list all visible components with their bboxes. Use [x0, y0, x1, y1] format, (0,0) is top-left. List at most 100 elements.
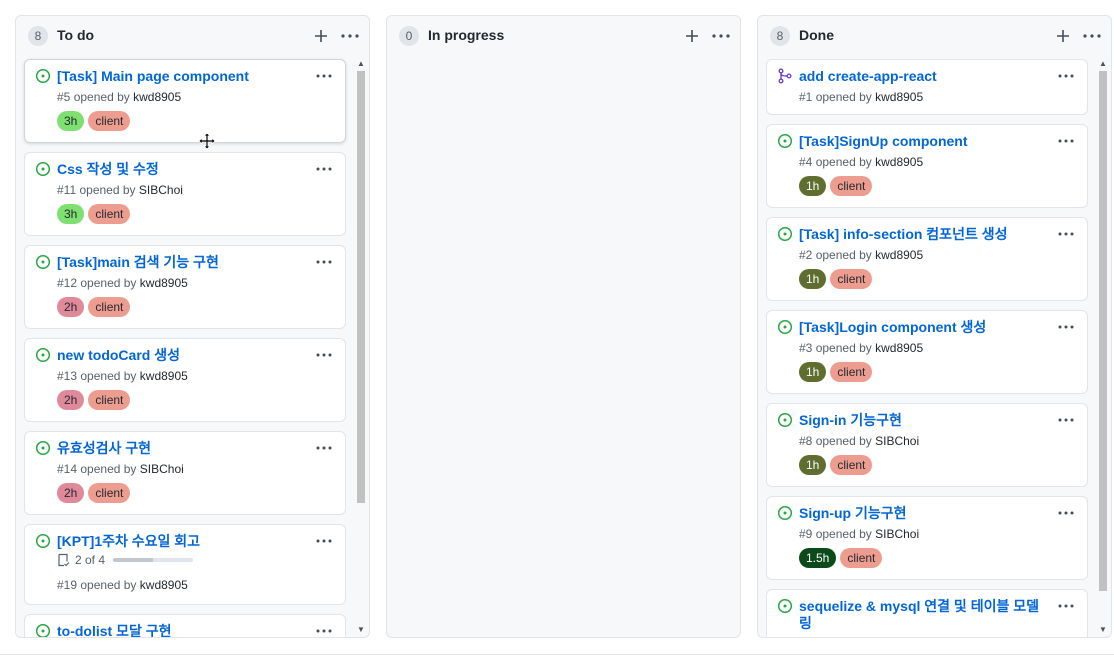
add-card-button[interactable]	[681, 25, 703, 47]
author-link[interactable]: kwd8905	[140, 276, 188, 290]
card-title-link[interactable]: sequelize & mysql 연결 및 테이블 모델링	[799, 598, 1047, 632]
issue-card[interactable]: Sign-up 기능구현 #9 opened by SIBChoi 1.5h clie…	[766, 496, 1088, 580]
author-link[interactable]: kwd8905	[875, 90, 923, 104]
card-menu-button[interactable]	[1057, 68, 1075, 84]
scroll-up-arrow-icon[interactable]: ▲	[1097, 59, 1109, 69]
card-title-link[interactable]: Sign-in 기능구현	[799, 412, 1047, 429]
author-link[interactable]: SIBChoi	[139, 183, 183, 197]
card-title-link[interactable]: [Task]SignUp component	[799, 133, 1047, 150]
card-title-link[interactable]: add create-app-react	[799, 68, 1047, 85]
label-badge[interactable]: client	[88, 111, 131, 131]
label-badge[interactable]: client	[88, 297, 131, 317]
card-menu-button[interactable]	[315, 161, 333, 177]
scroll-down-arrow-icon[interactable]: ▼	[1097, 625, 1109, 635]
label-badge[interactable]: client	[840, 548, 883, 568]
issue-card[interactable]: [Task]Login component 생성 #3 opened by kwd…	[766, 310, 1088, 394]
issue-card[interactable]: to-dolist 모달 구현	[24, 614, 346, 637]
issue-card[interactable]: [KPT]1주차 수요일 회고 2 of 4 #19 opened by kwd89…	[24, 524, 346, 605]
label-badge[interactable]: 2h	[57, 483, 85, 503]
label-badge[interactable]: client	[830, 269, 873, 289]
author-link[interactable]: kwd8905	[140, 578, 188, 592]
issue-card[interactable]: [Task] Main page component #5 opened by k…	[24, 59, 346, 143]
scroll-down-arrow-icon[interactable]: ▼	[355, 625, 367, 635]
issue-open-icon	[35, 623, 51, 637]
column-card-count: 8	[28, 26, 48, 46]
card-title-link[interactable]: new todoCard 생성	[57, 347, 305, 364]
card-title-link[interactable]: [Task]Login component 생성	[799, 319, 1047, 336]
plus-icon	[315, 30, 327, 42]
scroll-thumb[interactable]	[1099, 71, 1107, 591]
card-title-link[interactable]: [Task] Main page component	[57, 68, 305, 85]
card-menu-button[interactable]	[315, 254, 333, 270]
label-badge[interactable]: client	[88, 390, 131, 410]
card-meta: #4 opened by kwd8905	[799, 155, 923, 169]
card-menu-button[interactable]	[1057, 319, 1075, 335]
label-badge[interactable]: 3h	[57, 204, 85, 224]
author-link[interactable]: SIBChoi	[875, 527, 919, 541]
author-link[interactable]: kwd8905	[875, 155, 923, 169]
add-card-button[interactable]	[1052, 25, 1074, 47]
issue-card[interactable]: [Task]main 검색 기능 구현 #12 opened by kwd8905…	[24, 245, 346, 329]
add-card-button[interactable]	[310, 25, 332, 47]
label-badge[interactable]: client	[830, 176, 873, 196]
card-menu-button[interactable]	[1057, 598, 1075, 614]
card-title-link[interactable]: Sign-up 기능구현	[799, 505, 1047, 522]
card-menu-button[interactable]	[1057, 226, 1075, 242]
label-badge[interactable]: 2h	[57, 297, 85, 317]
project-board: 8 To do [Task] Main page component #5 ope…	[0, 0, 1114, 658]
card-menu-button[interactable]	[315, 68, 333, 84]
card-menu-button[interactable]	[1057, 133, 1075, 149]
column-menu-button[interactable]	[339, 25, 361, 47]
card-menu-button[interactable]	[315, 533, 333, 549]
author-link[interactable]: kwd8905	[875, 248, 923, 262]
label-badge[interactable]: 2h	[57, 390, 85, 410]
opened-by-text: opened by	[815, 155, 872, 169]
kebab-horizontal-icon	[341, 34, 359, 38]
label-badge[interactable]: 1.5h	[799, 548, 837, 568]
author-link[interactable]: SIBChoi	[140, 462, 184, 476]
column-scrollbar[interactable]: ▲ ▼	[355, 57, 367, 637]
card-menu-button[interactable]	[1057, 505, 1075, 521]
issue-open-icon	[35, 533, 51, 549]
label-badge[interactable]: 1h	[799, 455, 827, 475]
label-badge[interactable]: 1h	[799, 269, 827, 289]
card-title-link[interactable]: [Task] info-section 컴포넌트 생성	[799, 226, 1047, 243]
label-badge[interactable]: client	[830, 455, 873, 475]
author-link[interactable]: kwd8905	[133, 90, 181, 104]
pull-request-merged-icon	[777, 68, 793, 84]
issue-card[interactable]: add create-app-react #1 opened by kwd8905	[766, 59, 1088, 115]
label-badge[interactable]: 1h	[799, 176, 827, 196]
card-title-link[interactable]: [KPT]1주차 수요일 회고	[57, 533, 305, 550]
card-title-link[interactable]: 유효성검사 구현	[57, 440, 305, 457]
scroll-up-arrow-icon[interactable]: ▲	[355, 59, 367, 69]
opened-by-text: opened by	[73, 90, 130, 104]
issue-card[interactable]: 유효성검사 구현 #14 opened by SIBChoi 2h client	[24, 431, 346, 515]
scroll-thumb[interactable]	[357, 71, 365, 503]
card-title-link[interactable]: [Task]main 검색 기능 구현	[57, 254, 305, 271]
label-badge[interactable]: client	[830, 362, 873, 382]
card-menu-button[interactable]	[315, 623, 333, 637]
column-scrollbar[interactable]: ▲ ▼	[1097, 57, 1109, 637]
label-badge[interactable]: client	[88, 483, 131, 503]
card-title-link[interactable]: Css 작성 및 수정	[57, 161, 305, 178]
author-link[interactable]: kwd8905	[875, 341, 923, 355]
issue-card[interactable]: [Task] info-section 컴포넌트 생성 #2 opened by …	[766, 217, 1088, 301]
column-menu-button[interactable]	[710, 25, 732, 47]
author-link[interactable]: kwd8905	[140, 369, 188, 383]
column-header: 8 Done	[758, 16, 1111, 56]
card-menu-button[interactable]	[315, 440, 333, 456]
issue-card[interactable]: [Task]SignUp component #4 opened by kwd89…	[766, 124, 1088, 208]
card-title-link[interactable]: to-dolist 모달 구현	[57, 623, 305, 637]
opened-by-text: opened by	[815, 90, 872, 104]
issue-card[interactable]: Css 작성 및 수정 #11 opened by SIBChoi 3h client	[24, 152, 346, 236]
column-menu-button[interactable]	[1081, 25, 1103, 47]
label-badge[interactable]: 1h	[799, 362, 827, 382]
author-link[interactable]: SIBChoi	[875, 434, 919, 448]
issue-card[interactable]: Sign-in 기능구현 #8 opened by SIBChoi 1h client	[766, 403, 1088, 487]
issue-card[interactable]: sequelize & mysql 연결 및 테이블 모델링	[766, 589, 1088, 637]
label-badge[interactable]: client	[88, 204, 131, 224]
issue-card[interactable]: new todoCard 생성 #13 opened by kwd8905 2h cl…	[24, 338, 346, 422]
card-menu-button[interactable]	[1057, 412, 1075, 428]
card-menu-button[interactable]	[315, 347, 333, 363]
label-badge[interactable]: 3h	[57, 111, 85, 131]
